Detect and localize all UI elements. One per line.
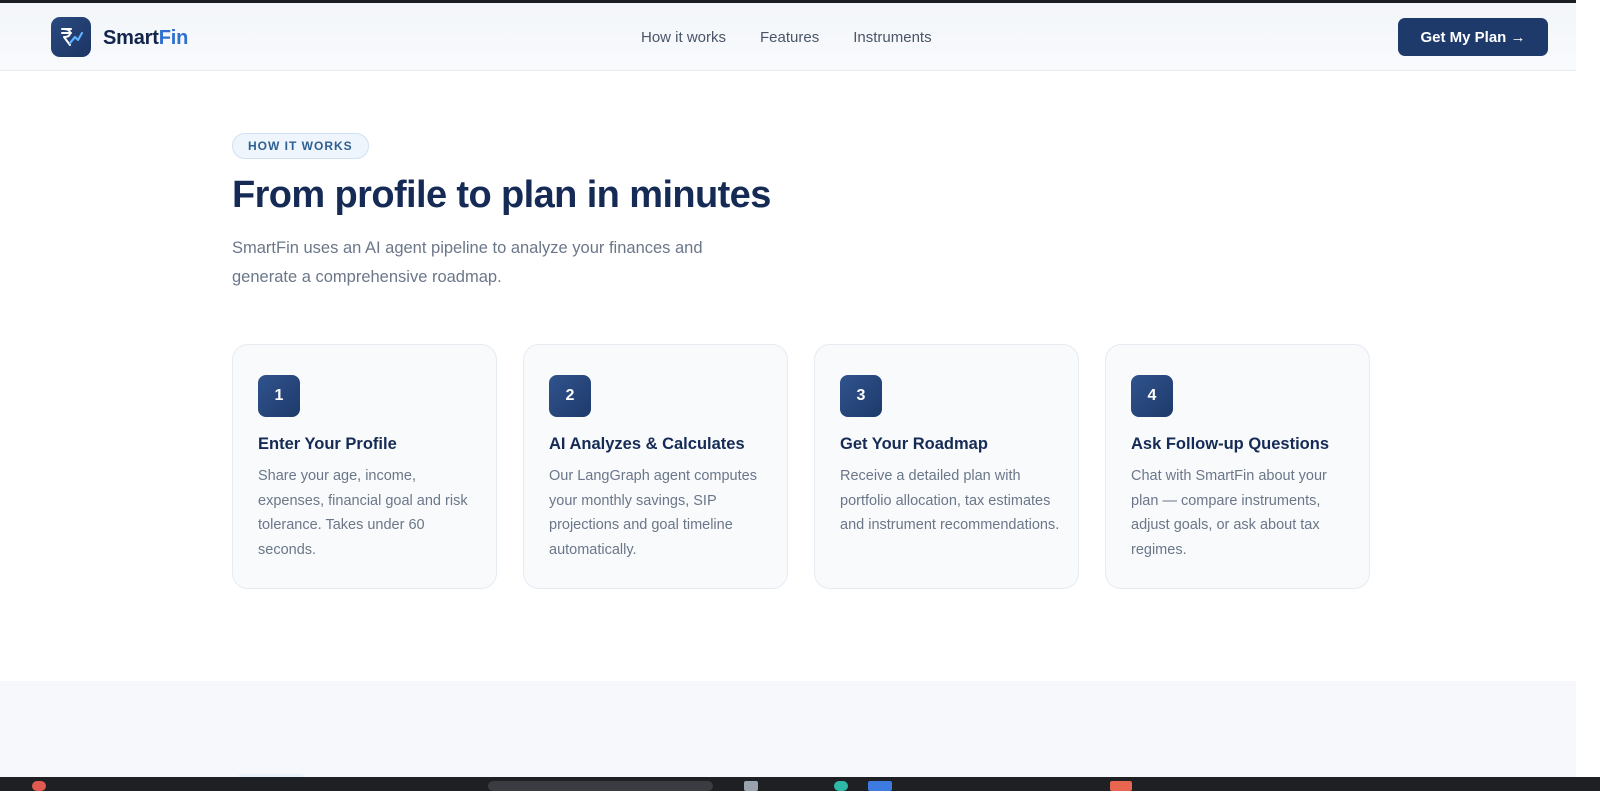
site-header: SmartFin How it works Features Instrumen…	[0, 3, 1576, 71]
section-title: From profile to plan in minutes	[232, 174, 771, 216]
taskbar-app-icon[interactable]	[1110, 781, 1132, 791]
rupee-chart-icon[interactable]	[51, 17, 91, 57]
steps-grid: 1 Enter Your Profile Share your age, inc…	[232, 344, 1370, 589]
section-pill: HOW IT WORKS	[232, 133, 369, 159]
step-title: AI Analyzes & Calculates	[549, 435, 745, 453]
taskbar-app-icon[interactable]	[744, 781, 758, 791]
taskbar-search-icon[interactable]	[488, 781, 713, 791]
step-card-2: 2 AI Analyzes & Calculates Our LangGraph…	[523, 344, 788, 589]
nav-link-instruments[interactable]: Instruments	[853, 29, 931, 46]
step-title: Ask Follow-up Questions	[1131, 435, 1330, 453]
next-section	[0, 681, 1576, 780]
step-number-badge: 4	[1131, 375, 1173, 417]
step-card-3: 3 Get Your Roadmap Receive a detailed pl…	[814, 344, 1079, 589]
os-taskbar	[0, 777, 1600, 791]
step-card-4: 4 Ask Follow-up Questions Chat with Smar…	[1105, 344, 1370, 589]
step-description: Receive a detailed plan with portfolio a…	[840, 468, 1060, 533]
step-number-badge: 3	[840, 375, 882, 417]
step-description: Chat with SmartFin about your plan — com…	[1131, 468, 1327, 558]
brand-logo-text[interactable]: SmartFin	[103, 27, 188, 50]
step-description: Share your age, income, expenses, financ…	[258, 468, 468, 558]
get-my-plan-button[interactable]: Get My Plan →	[1398, 18, 1548, 56]
step-description: Our LangGraph agent computes your monthl…	[549, 468, 757, 558]
taskbar-app-icon[interactable]	[834, 781, 848, 791]
step-title: Enter Your Profile	[258, 435, 397, 453]
step-title: Get Your Roadmap	[840, 435, 988, 453]
main-nav: How it works Features Instruments	[641, 29, 932, 46]
nav-link-features[interactable]: Features	[760, 29, 819, 46]
nav-link-how-it-works[interactable]: How it works	[641, 29, 726, 46]
step-number-badge: 1	[258, 375, 300, 417]
step-card-1: 1 Enter Your Profile Share your age, inc…	[232, 344, 497, 589]
taskbar-app-icon[interactable]	[868, 781, 892, 791]
step-number-badge: 2	[549, 375, 591, 417]
window-right-edge	[1576, 0, 1600, 777]
section-subtitle: SmartFin uses an AI agent pipeline to an…	[232, 239, 703, 286]
notification-icon[interactable]	[32, 781, 46, 791]
